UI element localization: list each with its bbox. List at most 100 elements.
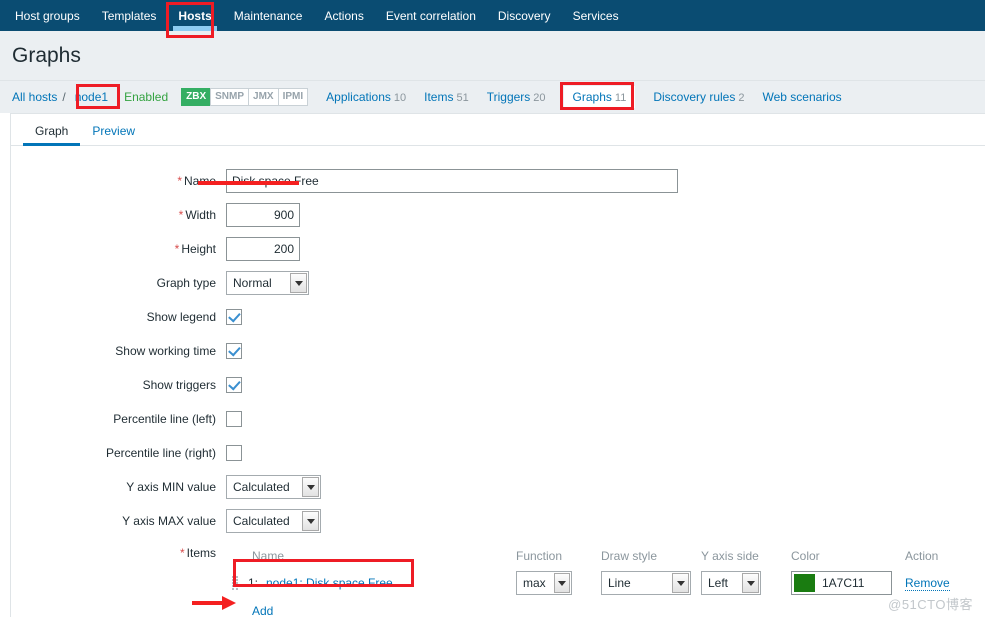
page-header: Graphs: [0, 31, 985, 81]
items-table-header: Name Function Draw style Y axis side Col…: [226, 544, 985, 568]
item-name-link[interactable]: node1: Disk space Free: [266, 576, 393, 590]
chevron-down-icon: [302, 477, 319, 497]
label-name: * Name: [177, 174, 216, 188]
graph-form: *Name *Width *Height Graph type Normal: [11, 146, 985, 617]
show-working-time-checkbox[interactable]: [226, 343, 242, 359]
host-link-discovery-rules[interactable]: Discovery rules 2: [653, 90, 744, 104]
label-width: * Width: [178, 208, 216, 222]
label-percentile-right: Percentile line (right): [105, 446, 216, 460]
y-axis-side-select[interactable]: Left: [701, 571, 761, 595]
y-axis-max-select[interactable]: Calculated: [226, 509, 321, 533]
height-input[interactable]: [226, 237, 300, 261]
remove-item-link[interactable]: Remove: [905, 576, 950, 591]
badge-snmp: SNMP: [210, 88, 250, 106]
form-row-percentile-right: Percentile line (right): [11, 436, 985, 470]
show-triggers-checkbox[interactable]: [226, 377, 242, 393]
label-show-legend: Show legend: [146, 310, 216, 324]
required-asterisk: *: [179, 546, 185, 560]
nav-item-services[interactable]: Services: [562, 0, 630, 31]
percentile-left-checkbox[interactable]: [226, 411, 242, 427]
chevron-down-icon: [672, 573, 689, 593]
tab-label: Preview: [92, 124, 136, 138]
link-count: 51: [456, 92, 469, 104]
nav-item-maintenance[interactable]: Maintenance: [223, 0, 314, 31]
control-percentile-right: [226, 445, 242, 461]
graph-form-panel: Graph Preview *Name *Width *Height Graph…: [10, 113, 985, 617]
form-row-name: * Name: [11, 164, 985, 198]
link-label: Items: [424, 90, 454, 104]
table-row: 1: node1: Disk space Free max Line Left …: [226, 568, 985, 598]
page-title: Graphs: [12, 43, 81, 67]
host-link-web-scenarios[interactable]: Web scenarios: [762, 90, 841, 104]
form-row-show-legend: Show legend: [11, 300, 985, 334]
host-link-graphs[interactable]: Graphs 11: [563, 86, 636, 108]
percentile-right-checkbox[interactable]: [226, 445, 242, 461]
breadcrumb-host-node1[interactable]: node1: [71, 89, 112, 105]
draw-style-select[interactable]: Line: [601, 571, 691, 595]
y-axis-max-value: Calculated: [233, 514, 290, 528]
add-item-link[interactable]: Add: [252, 604, 273, 617]
y-axis-side-value: Left: [708, 576, 729, 590]
control-width: [226, 203, 300, 227]
label-show-working-time: Show working time: [115, 344, 216, 358]
label-percentile-left: Percentile line (left): [113, 412, 216, 426]
form-row-y-axis-max: Y axis MAX value Calculated: [11, 504, 985, 538]
host-link-applications[interactable]: Applications 10: [326, 90, 406, 104]
link-count: 11: [614, 92, 627, 104]
show-legend-checkbox[interactable]: [226, 309, 242, 325]
link-label: Applications: [326, 90, 391, 104]
nav-item-discovery[interactable]: Discovery: [487, 0, 562, 31]
tab-preview[interactable]: Preview: [80, 120, 147, 145]
function-value: max: [523, 576, 546, 590]
tab-graph[interactable]: Graph: [23, 120, 81, 146]
interface-badges: ZBX SNMP JMX IPMI: [181, 88, 309, 106]
item-function-cell: max: [516, 571, 601, 595]
column-header-name: Name: [252, 549, 285, 563]
required-asterisk: *: [178, 208, 184, 222]
nav-item-host-groups[interactable]: Host groups: [4, 0, 91, 31]
column-header-function: Function: [516, 549, 563, 563]
label-y-axis-max: Y axis MAX value: [122, 514, 216, 528]
link-count: 2: [738, 92, 745, 104]
nav-item-hosts[interactable]: Hosts: [167, 0, 222, 31]
draw-style-value: Line: [608, 576, 631, 590]
color-field[interactable]: 1A7C11: [791, 571, 892, 595]
host-link-items[interactable]: Items 51: [424, 90, 469, 104]
y-axis-min-select[interactable]: Calculated: [226, 475, 321, 499]
control-items: Name Function Draw style Y axis side Col…: [226, 544, 985, 617]
nav-item-actions[interactable]: Actions: [313, 0, 374, 31]
badge-jmx: JMX: [248, 88, 279, 106]
item-draw-style-cell: Line: [601, 571, 701, 595]
name-input[interactable]: [226, 169, 678, 193]
column-header-color: Color: [791, 549, 820, 563]
nav-label: Templates: [101, 8, 157, 23]
nav-item-templates[interactable]: Templates: [91, 0, 168, 31]
drag-handle-icon[interactable]: [232, 575, 240, 591]
form-row-percentile-left: Percentile line (left): [11, 402, 985, 436]
control-height: [226, 237, 300, 261]
item-index: 1:: [247, 576, 258, 590]
form-row-width: * Width: [11, 198, 985, 232]
link-label: Triggers: [486, 90, 531, 104]
graph-type-select[interactable]: Normal: [226, 271, 309, 295]
host-link-triggers[interactable]: Triggers 20: [487, 90, 546, 104]
control-name: [226, 169, 678, 193]
nav-item-event-correlation[interactable]: Event correlation: [375, 0, 487, 31]
nav-label: Host groups: [15, 8, 80, 23]
control-show-triggers: [226, 377, 242, 393]
control-graph-type: Normal: [226, 271, 309, 295]
function-select[interactable]: max: [516, 571, 572, 595]
breadcrumb-all-hosts[interactable]: All hosts: [12, 90, 57, 104]
link-count: 20: [533, 92, 546, 104]
badge-ipmi: IPMI: [277, 88, 309, 106]
color-swatch[interactable]: [794, 574, 815, 592]
nav-label: Maintenance: [233, 8, 303, 23]
nav-label: Services: [572, 8, 619, 23]
main-navigation: Host groups Templates Hosts Maintenance …: [0, 0, 985, 31]
form-row-height: * Height: [11, 232, 985, 266]
width-input[interactable]: [226, 203, 300, 227]
label-height: * Height: [174, 242, 216, 256]
column-header-y-axis-side: Y axis side: [701, 549, 759, 563]
form-row-graph-type: Graph type Normal: [11, 266, 985, 300]
column-header-draw-style: Draw style: [601, 549, 658, 563]
